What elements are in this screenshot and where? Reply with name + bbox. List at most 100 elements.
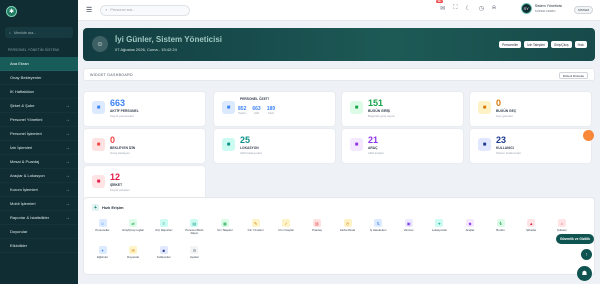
sidebar-item[interactable]: Mobil İşlemleri → (0, 197, 78, 211)
sidebar-item[interactable]: İzin İşlemleri → (0, 141, 78, 155)
sidebar-item[interactable]: Kurum İşlemleri → (0, 183, 78, 197)
scroll-top-button[interactable]: ↑ (581, 249, 592, 260)
stat-sub: Kayıtlı personeller (110, 114, 135, 118)
quick-access-item[interactable]: ✎ İzin Yönetimi (243, 219, 268, 241)
quick-access-icon: ▤ (190, 219, 199, 227)
history-icon[interactable]: ◷ (479, 5, 484, 12)
quick-access-label: Eğitimler (97, 255, 108, 259)
quick-access-item[interactable]: ≡ G/Ç Raporları (151, 219, 176, 241)
quick-access-item[interactable]: ✓ İzin Onayları (274, 219, 299, 241)
sidebar-logo[interactable]: ✱ (0, 0, 78, 22)
chevron-right-icon: → (65, 214, 70, 221)
quick-access-item[interactable]: ◆ Araçlar (458, 219, 483, 241)
security-privacy-button[interactable]: Güvenlik ve Gizlilik (555, 234, 594, 244)
summary-label: Pasif (268, 112, 274, 115)
location-icon: ■ (222, 138, 235, 151)
quick-access-item[interactable]: ⇄ Giriş/Çıkış Logları (121, 219, 146, 241)
summary-label: Toplam (238, 112, 247, 115)
sidebar-item[interactable]: Personel İşlemleri → (0, 127, 78, 141)
chevron-right-icon: → (65, 186, 70, 193)
quick-access-icon: ▦ (221, 219, 229, 227)
quick-access-item[interactable]: ▣ Zimmet (396, 219, 421, 241)
sidebar-item[interactable]: Personel Yönetimi → (0, 113, 78, 127)
system-button[interactable]: SİSTEM (573, 6, 593, 14)
widget-dashboard-title: WİDGET DASHBOARD (90, 73, 133, 77)
quick-access-item[interactable]: ⇅ İş Hareketleri (366, 219, 391, 241)
quick-access-item[interactable]: ▥ Puantaj (304, 219, 329, 241)
fullscreen-icon[interactable]: ⛶ (453, 5, 457, 12)
quick-access-item[interactable]: ◷ Fazla Mesai (335, 219, 360, 241)
stat-card[interactable]: ■ 151 BUGÜN GİRİŞ Bugünkü giriş sayısı (341, 91, 464, 127)
sidebar-search[interactable]: ⌕ Menüde ara... (5, 27, 73, 38)
quick-access-item[interactable]: ₺ Bordro (488, 219, 513, 241)
quick-access-item[interactable]: ✦ Eğitimler (90, 246, 115, 268)
stat-card[interactable]: ■ 23 KULLANICI Sistem kullanıcıları (469, 128, 592, 164)
quick-access-item[interactable]: ▤ Personel Bazlı Rapor (182, 219, 207, 241)
stat-sub: Kayıtlı şirketler (110, 188, 130, 192)
summary-label: Aktif (254, 112, 260, 115)
user-menu[interactable]: SY Sistem Yöneticisi SÜPER ADMİN (520, 3, 562, 14)
sidebar-item-label: Personel İşlemleri (10, 131, 42, 136)
quick-access-icon: ⌂ (557, 219, 566, 227)
sidebar-item-label: Ana Ekran (10, 61, 29, 66)
quick-access-item[interactable]: ⚙ Ayarlar (182, 246, 207, 268)
stat-card[interactable]: ■ 12 ŞİRKET Kayıtlı şirketler (83, 165, 206, 201)
topbar-icons: ✉ 99+ ⛶ ☾ ◷ ⍾ (436, 0, 496, 12)
sidebar-item[interactable]: Şirket & Şube → (0, 99, 78, 113)
stat-card[interactable]: ■ PERSONEL ÖZETİ 852 Toplam 663 Aktif 189 Pasif (213, 91, 336, 127)
quick-access-title: Hızlı Erişim (102, 205, 124, 210)
quick-access-item[interactable]: ▦ İzin Talepleri (213, 219, 238, 241)
welcome-date: 07 Ağustos 2026, Cuma - 15:42:24 (115, 47, 177, 52)
entry-exit-shortcut-button[interactable]: Giriş/Çıkış (550, 41, 572, 48)
dark-mode-icon[interactable]: ☾ (465, 5, 470, 12)
assistant-bot-button[interactable]: ☗ (577, 266, 592, 281)
stat-card[interactable]: ■ 25 LOKASYON Aktif lokasyonlar (213, 128, 336, 164)
quick-access-item[interactable]: ▲ Şirketler (519, 219, 544, 241)
sidebar-item[interactable]: Araçlar & Lokasyon → (0, 169, 78, 183)
stat-value: 23 (496, 135, 507, 145)
users-icon: ■ (92, 101, 105, 114)
stat-card[interactable]: ■ 0 BEKLEYEN İZİN Onay bekleyen (83, 128, 206, 164)
sidebar-item[interactable]: Ana Ekran (0, 57, 78, 71)
quick-access-item[interactable]: ✉ Duyurular (121, 246, 146, 268)
user-role: SÜPER ADMİN (534, 8, 556, 13)
notification-badge: 99+ (436, 0, 444, 3)
sidebar-item[interactable]: Raporlar & İstatistikler → (0, 211, 78, 225)
leave-requests-shortcut-button[interactable]: İzin Talepleri (524, 41, 548, 48)
sidebar-item[interactable]: Etkinlikler (0, 239, 78, 253)
stat-sub: Aktif araçlar (368, 151, 384, 155)
quick-access-item[interactable]: ☻ Kullanıcılar (151, 246, 176, 268)
quick-access-label: Araçlar (465, 228, 475, 232)
stat-card[interactable]: ■ 0 BUGÜN GEÇ Geç gelenler (469, 91, 592, 127)
sidebar-item-label: Personel Yönetimi (10, 117, 43, 122)
search-input[interactable]: ⌕ Personel ara... (100, 4, 191, 16)
quick-shortcut-button[interactable]: Hızlı (574, 41, 587, 48)
sidebar-item[interactable]: İK Haftalıkları (0, 85, 78, 99)
welcome-title: İyi Günler, Sistem Yöneticisi (115, 35, 223, 44)
sidebar-section-title: PERSONEL YÖNETİM SİSTEMİ (8, 48, 60, 52)
quick-access-item[interactable]: ☺ Personeller (90, 219, 115, 241)
user-name: Sistem Yöneticisi (534, 4, 562, 8)
menu-toggle-icon[interactable]: ☰ (86, 6, 92, 14)
quick-access-label: Şubeler (557, 228, 567, 232)
quick-access-icon: ₺ (496, 219, 505, 227)
sidebar-item-label: Raporlar & İstatistikler (10, 215, 50, 220)
personnel-shortcut-button[interactable]: Personeller (499, 41, 522, 48)
chat-icon[interactable]: ✉ 99+ (436, 0, 445, 12)
sidebar-item-label: Şirket & Şube (10, 103, 35, 108)
bell-icon[interactable]: ⍾ (492, 5, 496, 12)
sidebar-item[interactable]: Onay Bekleyenler (0, 71, 78, 85)
stat-card[interactable]: ■ 663 AKTİF PERSONEL Kayıtlı personeller (83, 91, 206, 127)
sidebar-item[interactable]: Duyurular (0, 225, 78, 239)
quick-access-item[interactable]: ⌖ Lokasyonlar (427, 219, 452, 241)
side-widget-button[interactable] (583, 130, 594, 141)
user-icon: ■ (478, 138, 491, 151)
quick-access-label: Giriş/Çıkış Logları (122, 228, 145, 232)
edit-layout-button[interactable]: Düzeni Düzenle (558, 72, 588, 79)
quick-access-icon: ◆ (466, 219, 474, 227)
sidebar-item[interactable]: Mesai & Puantaj → (0, 155, 78, 169)
quick-access-icon: ▣ (404, 219, 413, 227)
quick-access-icon: ✓ (282, 219, 291, 227)
stat-card[interactable]: ■ 21 ARAÇ Aktif araçlar (341, 128, 464, 164)
quick-access-label: Şirketler (526, 228, 537, 232)
